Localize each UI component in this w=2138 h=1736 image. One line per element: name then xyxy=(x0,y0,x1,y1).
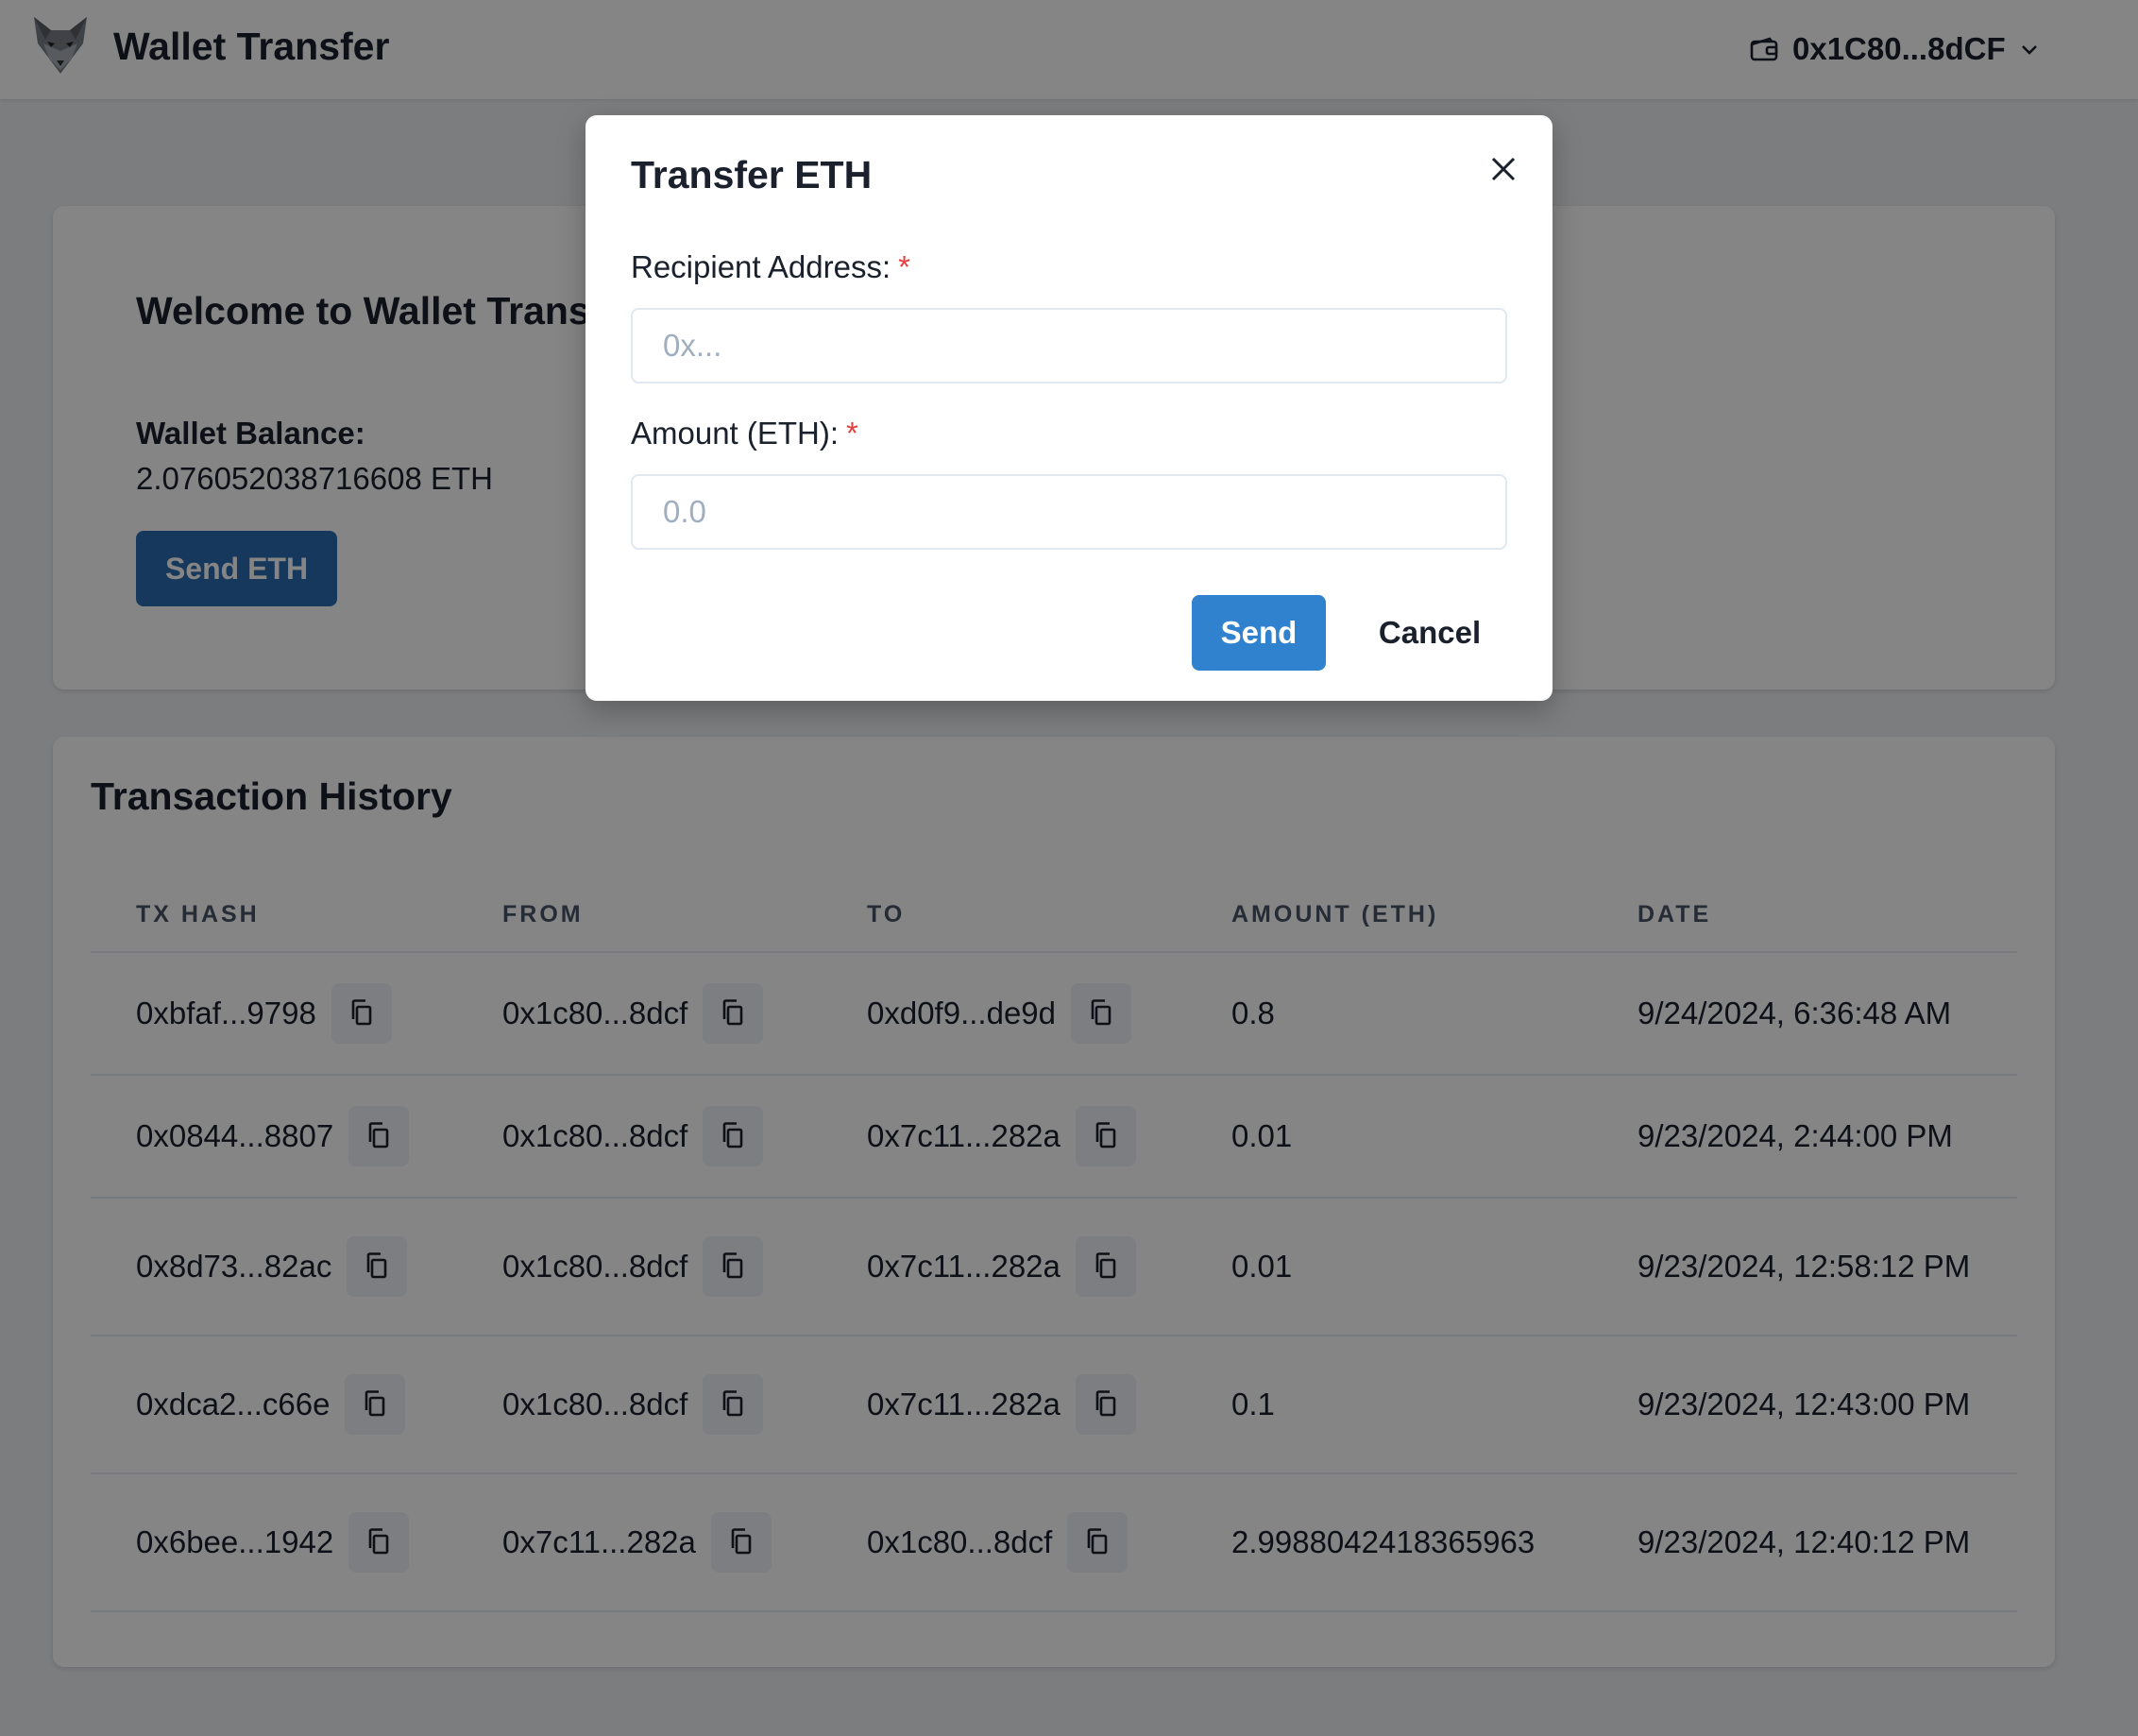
amount-label: Amount (ETH): * xyxy=(631,416,858,451)
required-mark: * xyxy=(846,416,858,451)
close-button[interactable] xyxy=(1473,140,1534,200)
recipient-label-text: Recipient Address: xyxy=(631,249,891,284)
modal-title: Transfer ETH xyxy=(631,153,873,196)
recipient-address-input[interactable] xyxy=(631,308,1507,383)
recipient-label: Recipient Address: * xyxy=(631,249,910,285)
required-mark: * xyxy=(898,249,910,284)
amount-input[interactable] xyxy=(631,474,1507,550)
close-icon xyxy=(1489,155,1518,186)
send-button[interactable]: Send xyxy=(1192,595,1326,671)
amount-label-text: Amount (ETH): xyxy=(631,416,840,451)
transfer-modal: Transfer ETH Recipient Address:* Amount … xyxy=(585,115,1553,701)
cancel-button[interactable]: Cancel xyxy=(1352,595,1507,671)
